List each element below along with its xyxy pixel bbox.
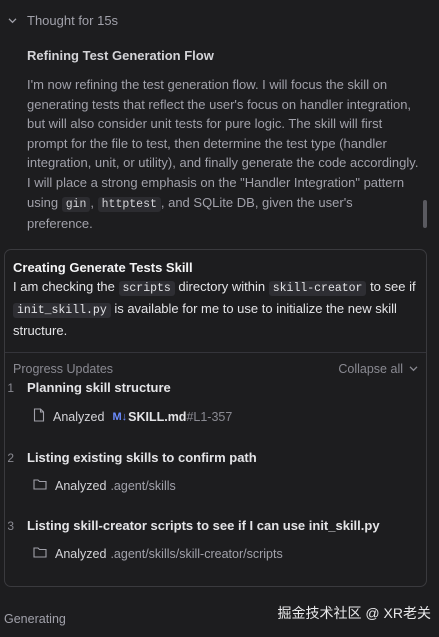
folder-path: .agent/skills: [110, 478, 176, 493]
detail-verb: Analyzed: [53, 409, 105, 424]
task-title: Creating Generate Tests Skill: [13, 260, 193, 275]
thought-title: Refining Test Generation Flow: [27, 48, 214, 63]
inline-code: gin: [61, 196, 91, 212]
step-title: Listing skill-creator scripts to see if …: [27, 518, 380, 533]
line-range: #L1-357: [186, 409, 233, 424]
file-icon: [33, 408, 45, 425]
folder-path: .agent/skills/skill-creator/scripts: [110, 546, 283, 561]
progress-label: Progress Updates: [13, 362, 114, 376]
agent-panel: Thought for 15s Refining Test Generation…: [0, 0, 439, 637]
step-detail[interactable]: Analyzed .agent/skills/skill-creator/scr…: [33, 546, 426, 561]
thought-duration: Thought for 15s: [27, 13, 119, 28]
detail-verb: Analyzed: [55, 546, 107, 561]
collapse-all-button[interactable]: Collapse all: [338, 362, 418, 376]
file-name: SKILL.md: [128, 409, 187, 424]
thought-content: Refining Test Generation Flow I'm now re…: [27, 48, 419, 234]
step-detail[interactable]: Analyzed M↓ SKILL.md#L1-357: [33, 408, 426, 425]
task-description: I am checking the scripts directory with…: [13, 277, 418, 341]
progress-step: 2 Listing existing skills to confirm pat…: [5, 450, 426, 493]
thought-text-part: I'm now refining the test generation flo…: [27, 77, 419, 210]
inline-code: scripts: [118, 281, 175, 296]
folder-icon: [33, 478, 47, 493]
chevron-down-icon: [409, 362, 418, 376]
task-card: Creating Generate Tests Skill I am check…: [4, 249, 427, 587]
step-title: Planning skill structure: [27, 380, 171, 395]
folder-icon: [33, 546, 47, 561]
thought-toggle[interactable]: Thought for 15s: [8, 13, 118, 28]
watermark: 掘金技术社区 @ XR老关: [277, 605, 431, 621]
progress-step: 3 Listing skill-creator scripts to see i…: [5, 518, 426, 561]
chevron-down-icon: [8, 16, 17, 25]
detail-verb: Analyzed: [55, 478, 107, 493]
inline-code: httptest: [97, 196, 161, 212]
step-title: Listing existing skills to confirm path: [27, 450, 257, 465]
markdown-icon: M↓: [112, 410, 128, 423]
thought-paragraph: I'm now refining the test generation flo…: [27, 75, 419, 234]
collapse-all-label: Collapse all: [338, 362, 403, 376]
desc-text: to see if: [366, 279, 416, 294]
step-detail[interactable]: Analyzed .agent/skills: [33, 478, 426, 493]
thought-text-part: ,: [90, 194, 98, 210]
inline-code: skill-creator: [268, 281, 367, 296]
scrollbar-thumb[interactable]: [423, 200, 427, 228]
generating-status: Generating: [4, 612, 66, 626]
inline-code: init_skill.py: [13, 303, 111, 318]
step-number: 1: [7, 380, 14, 395]
step-number: 2: [7, 450, 14, 465]
progress-step: 1 Planning skill structure Analyzed M↓ SK…: [5, 380, 426, 425]
desc-text: I am checking the: [13, 279, 119, 294]
step-number: 3: [7, 518, 14, 533]
desc-text: directory within: [174, 279, 269, 294]
